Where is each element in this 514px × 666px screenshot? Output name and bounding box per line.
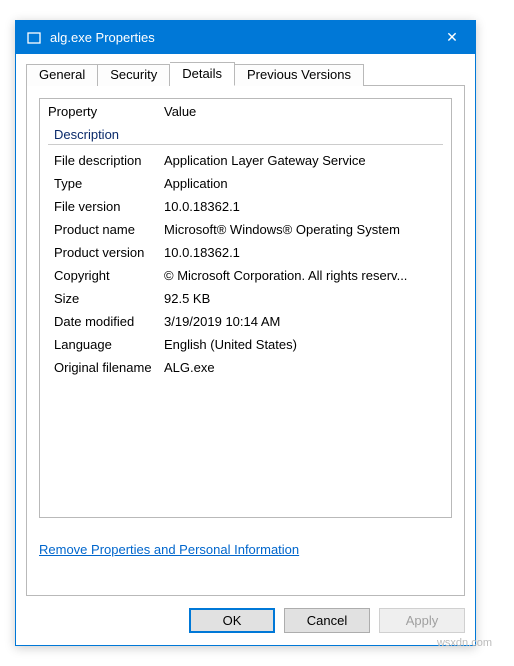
prop-value: Application Layer Gateway Service: [164, 151, 443, 170]
prop-label: Language: [54, 335, 164, 354]
ok-button[interactable]: OK: [189, 608, 275, 633]
prop-label: Copyright: [54, 266, 164, 285]
prop-value: English (United States): [164, 335, 443, 354]
group-separator: [48, 144, 443, 145]
title-bar[interactable]: alg.exe Properties ✕: [16, 21, 475, 54]
prop-label: Size: [54, 289, 164, 308]
remove-properties-link[interactable]: Remove Properties and Personal Informati…: [39, 542, 299, 557]
details-list: Property Value Description File descript…: [39, 98, 452, 518]
prop-value: 92.5 KB: [164, 289, 443, 308]
close-button[interactable]: ✕: [429, 21, 475, 54]
tab-previous-versions[interactable]: Previous Versions: [235, 64, 364, 86]
list-item[interactable]: File description Application Layer Gatew…: [40, 149, 451, 172]
list-item[interactable]: Language English (United States): [40, 333, 451, 356]
tab-page-details: Property Value Description File descript…: [26, 86, 465, 596]
prop-label: Product version: [54, 243, 164, 262]
prop-label: Original filename: [54, 358, 164, 377]
column-headers: Property Value: [40, 99, 451, 125]
apply-button: Apply: [379, 608, 465, 633]
tab-strip: General Security Details Previous Versio…: [26, 62, 465, 86]
prop-value: 3/19/2019 10:14 AM: [164, 312, 443, 331]
col-property[interactable]: Property: [48, 104, 164, 119]
prop-value: Microsoft® Windows® Operating System: [164, 220, 443, 239]
dialog-button-row: OK Cancel Apply: [26, 608, 465, 633]
client-area: General Security Details Previous Versio…: [16, 54, 475, 645]
tab-security[interactable]: Security: [98, 64, 170, 86]
prop-label: Type: [54, 174, 164, 193]
prop-label: Product name: [54, 220, 164, 239]
prop-value: © Microsoft Corporation. All rights rese…: [164, 266, 443, 285]
cancel-button[interactable]: Cancel: [284, 608, 370, 633]
link-area: Remove Properties and Personal Informati…: [39, 542, 452, 557]
tab-details[interactable]: Details: [170, 62, 235, 86]
prop-value: 10.0.18362.1: [164, 243, 443, 262]
list-item[interactable]: Date modified 3/19/2019 10:14 AM: [40, 310, 451, 333]
prop-label: Date modified: [54, 312, 164, 331]
app-icon: [26, 30, 42, 46]
prop-value: Application: [164, 174, 443, 193]
properties-window: alg.exe Properties ✕ General Security De…: [15, 20, 476, 646]
prop-value: ALG.exe: [164, 358, 443, 377]
group-description: Description: [48, 127, 443, 144]
list-item[interactable]: Size 92.5 KB: [40, 287, 451, 310]
list-item[interactable]: Original filename ALG.exe: [40, 356, 451, 379]
col-value[interactable]: Value: [164, 104, 443, 119]
prop-label: File version: [54, 197, 164, 216]
tab-general[interactable]: General: [26, 64, 98, 86]
list-item[interactable]: Product name Microsoft® Windows® Operati…: [40, 218, 451, 241]
list-item[interactable]: Type Application: [40, 172, 451, 195]
prop-value: 10.0.18362.1: [164, 197, 443, 216]
list-item[interactable]: Product version 10.0.18362.1: [40, 241, 451, 264]
list-item[interactable]: File version 10.0.18362.1: [40, 195, 451, 218]
window-title: alg.exe Properties: [50, 30, 429, 45]
close-icon: ✕: [446, 29, 458, 46]
prop-label: File description: [54, 151, 164, 170]
list-item[interactable]: Copyright © Microsoft Corporation. All r…: [40, 264, 451, 287]
